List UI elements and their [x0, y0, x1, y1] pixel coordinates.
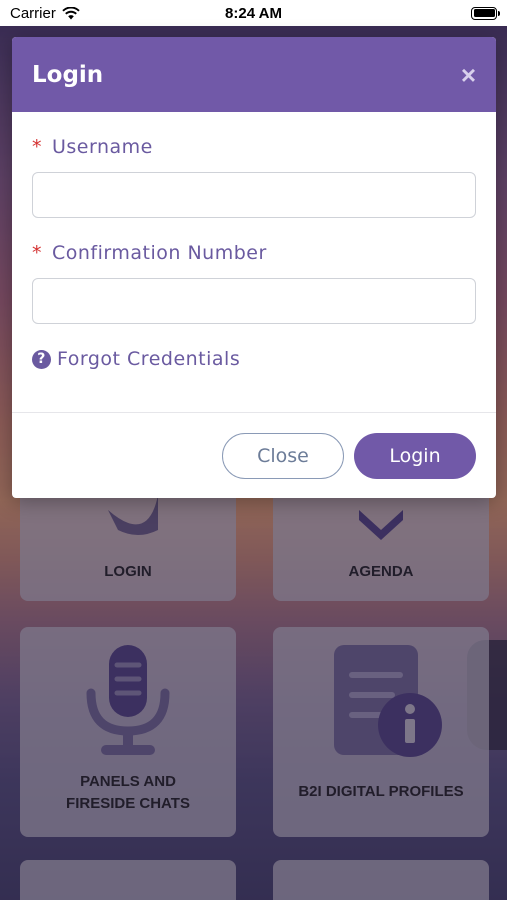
- wifi-icon: [62, 6, 80, 19]
- modal-footer: Close Login: [12, 412, 496, 498]
- question-circle-icon: ?: [32, 349, 51, 369]
- carrier-label: Carrier: [10, 4, 56, 22]
- login-modal: Login × * Username * Confirmation Number…: [12, 37, 496, 498]
- username-label-text: Username: [52, 136, 153, 158]
- confirmation-label-text: Confirmation Number: [52, 242, 267, 264]
- battery-icon: [471, 6, 500, 20]
- confirmation-number-field[interactable]: [32, 278, 476, 324]
- login-button[interactable]: Login: [354, 432, 476, 479]
- required-marker: *: [32, 242, 42, 264]
- modal-header: Login ×: [12, 37, 496, 112]
- username-field[interactable]: [32, 172, 476, 218]
- modal-body: * Username * Confirmation Number ? Forgo…: [12, 112, 496, 412]
- close-button[interactable]: Close: [222, 432, 344, 479]
- close-icon[interactable]: ×: [461, 62, 476, 88]
- forgot-credentials-label: Forgot Credentials: [57, 348, 241, 370]
- forgot-credentials-link[interactable]: ? Forgot Credentials: [32, 348, 476, 370]
- modal-title: Login: [32, 61, 104, 88]
- required-marker: *: [32, 136, 42, 158]
- confirmation-label: * Confirmation Number: [32, 242, 476, 264]
- status-bar: Carrier 8:24 AM: [0, 0, 507, 26]
- username-label: * Username: [32, 136, 476, 158]
